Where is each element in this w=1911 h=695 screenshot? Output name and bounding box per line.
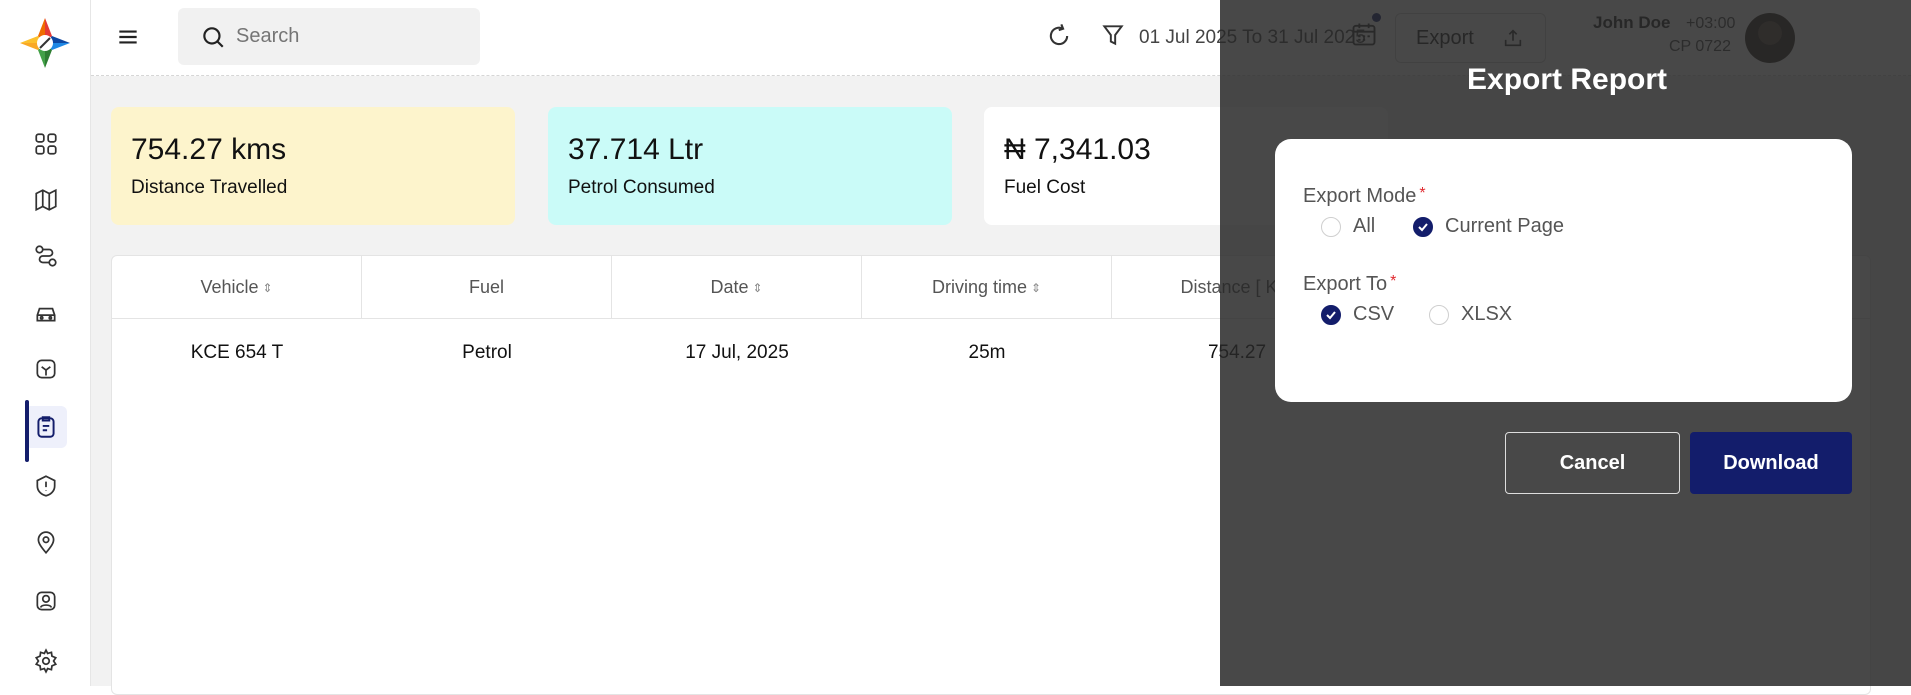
radio-dot <box>1429 304 1449 325</box>
sort-icon: ⇕ <box>262 280 273 295</box>
radio-export-to-xlsx[interactable]: XLSX <box>1429 303 1512 326</box>
radio-export-to-csv[interactable]: CSV <box>1321 303 1394 326</box>
sidebar-item-vehicles[interactable] <box>25 292 67 334</box>
sidebar-item-reports[interactable] <box>25 400 67 462</box>
stat-card-petrol: 37.714 Ltr Petrol Consumed <box>548 107 952 225</box>
cell-fuel: Petrol <box>462 342 512 363</box>
sidebar-item-settings[interactable] <box>25 640 67 682</box>
app-logo-icon[interactable] <box>16 14 74 72</box>
export-mode-label: Export Mode * <box>1303 185 1426 207</box>
cell-date: 17 Jul, 2025 <box>685 342 789 363</box>
reports-clipboard-icon <box>37 416 55 438</box>
date-range-text[interactable]: 01 Jul 2025 To 31 Jul 2025 <box>1139 27 1366 49</box>
sort-icon: ⇕ <box>752 280 763 295</box>
location-pin-icon <box>37 531 55 555</box>
cancel-button[interactable]: Cancel <box>1505 432 1680 494</box>
export-to-label: Export To * <box>1303 273 1397 295</box>
search-input[interactable] <box>234 24 464 49</box>
required-mark: * <box>1390 273 1397 290</box>
export-button-label: Export <box>1416 26 1474 49</box>
route-icon <box>35 245 57 267</box>
sidebar-item-map[interactable] <box>25 179 67 221</box>
column-header-driving-time[interactable]: Driving time ⇕ <box>862 256 1112 319</box>
sidebar-item-fleet[interactable] <box>25 348 67 390</box>
sidebar <box>0 0 91 686</box>
cell-vehicle: KCE 654 T <box>190 342 284 363</box>
stat-value: 37.714 Ltr <box>568 133 704 166</box>
calendar-icon[interactable] <box>1350 20 1378 48</box>
column-header-vehicle[interactable]: Vehicle ⇕ <box>112 256 362 319</box>
column-header-date[interactable]: Date ⇕ <box>612 256 862 319</box>
filter-icon[interactable] <box>1100 22 1126 48</box>
radio-export-mode-current-page[interactable]: Current Page <box>1413 215 1564 238</box>
avatar[interactable] <box>1745 13 1795 63</box>
download-button[interactable]: Download <box>1690 432 1852 494</box>
check-icon <box>1418 222 1428 231</box>
calendar-indicator-dot <box>1372 13 1381 22</box>
gear-icon <box>34 648 58 674</box>
user-name: John Doe <box>1593 13 1671 32</box>
car-icon <box>36 307 56 322</box>
check-icon <box>1326 310 1336 319</box>
upload-icon <box>1504 29 1521 47</box>
export-button[interactable]: Export <box>1395 13 1546 63</box>
cell-driving-time: 25m <box>968 342 1006 363</box>
sidebar-item-users[interactable] <box>25 580 67 622</box>
sidebar-item-alerts[interactable] <box>25 465 67 507</box>
search-box[interactable] <box>178 8 480 65</box>
radio-dot <box>1321 216 1341 237</box>
stat-card-distance: 754.27 kms Distance Travelled <box>111 107 515 225</box>
dashboard-grid-icon <box>35 133 57 155</box>
user-profile-icon <box>36 591 56 611</box>
vehicle-front-icon <box>36 359 56 379</box>
user-subtitle: CP 0722 <box>1669 38 1731 55</box>
required-mark: * <box>1419 185 1426 202</box>
column-header-fuel: Fuel <box>362 256 612 319</box>
user-timezone: +03:00 <box>1686 15 1736 32</box>
sort-icon: ⇕ <box>1030 280 1042 295</box>
radio-dot-checked <box>1413 216 1433 237</box>
hamburger-menu-icon[interactable] <box>115 24 141 50</box>
sidebar-item-routes[interactable] <box>25 235 67 277</box>
drawer-title: Export Report <box>1467 63 1668 96</box>
stat-label: Petrol Consumed <box>568 177 715 198</box>
radio-dot-checked <box>1321 304 1341 325</box>
map-icon <box>35 188 57 212</box>
export-options-panel: Export Mode * All Current Page Export To *… <box>1275 139 1852 402</box>
refresh-icon[interactable] <box>1045 22 1073 50</box>
search-icon <box>203 26 224 48</box>
alert-shield-icon <box>36 475 56 497</box>
sidebar-item-dashboard[interactable] <box>25 123 67 165</box>
stat-label: Distance Travelled <box>131 177 288 198</box>
stat-value: 754.27 kms <box>131 133 287 166</box>
radio-export-mode-all[interactable]: All <box>1321 215 1375 238</box>
sidebar-item-locations[interactable] <box>25 522 67 564</box>
